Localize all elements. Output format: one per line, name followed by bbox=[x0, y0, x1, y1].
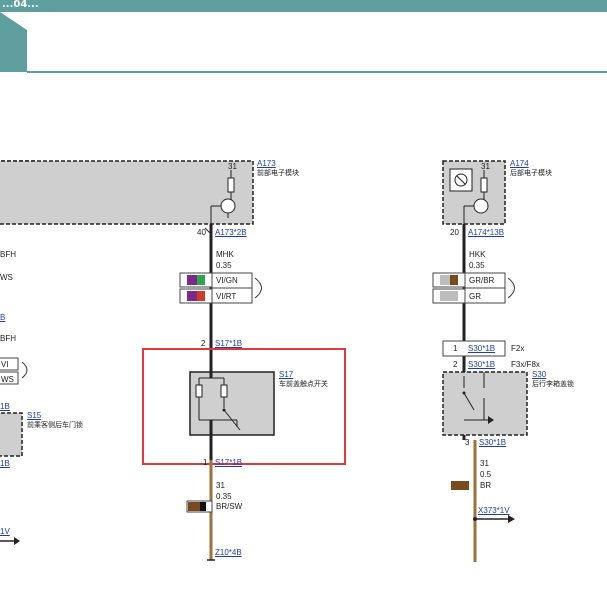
a174-desc: 后部电子模块 bbox=[510, 169, 552, 177]
a173-desc: 前部电子模块 bbox=[257, 169, 299, 177]
s17-box bbox=[189, 371, 275, 436]
s30-pin2: 2 bbox=[453, 360, 458, 369]
center-ground[interactable]: Z10*4B bbox=[215, 548, 242, 557]
right-ground[interactable]: X373*1V bbox=[478, 506, 510, 515]
left-label-1: BFH bbox=[0, 250, 16, 259]
a174-conn[interactable]: A174*13B bbox=[468, 228, 504, 237]
right-swatch-gr bbox=[440, 275, 450, 285]
center-wire1-c2: VI/RT bbox=[216, 292, 237, 301]
center-swatch-sw bbox=[200, 502, 206, 511]
s17-desc: 车前盖触点开关 bbox=[279, 380, 328, 388]
below-s30-conn[interactable]: S30*1B bbox=[479, 438, 506, 447]
s30-pin1: 1 bbox=[453, 344, 458, 353]
below-s17-pin: 1 bbox=[203, 458, 208, 467]
s15-desc: 前乘客侧后车门锁 bbox=[27, 421, 83, 429]
below-s17-conn[interactable]: S17*1B bbox=[215, 458, 242, 467]
a173-resistor bbox=[227, 177, 235, 193]
center-swatch-vi2 bbox=[187, 291, 197, 301]
center-swatch-rt bbox=[197, 291, 205, 301]
a173-conn[interactable]: A173*2B bbox=[215, 228, 247, 237]
right-ground-dot bbox=[473, 517, 477, 521]
center-wire1-size: 0.35 bbox=[216, 261, 232, 270]
a173-box bbox=[0, 160, 254, 225]
right-wire2-name: 31 bbox=[480, 459, 489, 468]
right-connector-bracket bbox=[507, 277, 515, 299]
center-wire1-c1: VI/GN bbox=[216, 276, 238, 285]
right-wire1-c2: GR bbox=[469, 292, 481, 301]
a174-pin: 20 bbox=[450, 228, 459, 237]
center-wire2-name: 31 bbox=[216, 481, 225, 490]
center-swatch-vi bbox=[187, 275, 197, 285]
center-wire2-size: 0.35 bbox=[216, 492, 232, 501]
s30-conn1[interactable]: S30*1B bbox=[468, 344, 495, 353]
s30-desc: 后行李箱盖锁 bbox=[532, 380, 574, 388]
a174-resistor bbox=[480, 177, 488, 193]
a174-pin-top: 31 bbox=[481, 162, 490, 171]
right-swatch-br2 bbox=[451, 481, 469, 490]
s15-id[interactable]: S15 bbox=[27, 411, 41, 420]
right-wire2-color: BR bbox=[480, 481, 492, 490]
s30-box bbox=[442, 371, 528, 436]
s17-resistor-2 bbox=[220, 384, 228, 398]
right-swatch-br bbox=[450, 275, 458, 285]
a173-id[interactable]: A173 bbox=[257, 159, 276, 168]
s30-conn2[interactable]: S30*1B bbox=[468, 360, 495, 369]
below-s30-pin: 3 bbox=[465, 438, 470, 447]
center-wire2-color: BR/SW bbox=[216, 502, 243, 511]
s17-pin: 2 bbox=[201, 339, 206, 348]
a174-id[interactable]: A174 bbox=[510, 159, 529, 168]
left-label-2: WS bbox=[0, 273, 13, 282]
left-arrow-head bbox=[14, 537, 20, 545]
s17-id[interactable]: S17 bbox=[279, 370, 293, 379]
wiring-diagram bbox=[0, 160, 528, 562]
right-wire2-size: 0.5 bbox=[480, 470, 492, 479]
left-label-4: VI bbox=[1, 360, 9, 369]
right-wire1-size: 0.35 bbox=[469, 261, 485, 270]
left-label-3: BFH bbox=[0, 334, 16, 343]
center-connector-bracket bbox=[254, 277, 262, 299]
a173-pin: 40 bbox=[197, 228, 206, 237]
left-link-2[interactable]: 1B bbox=[0, 402, 10, 411]
center-swatch-br bbox=[188, 502, 200, 511]
s30-id[interactable]: S30 bbox=[532, 370, 546, 379]
a174-transistor bbox=[473, 198, 489, 214]
a173-transistor bbox=[220, 198, 236, 214]
left-link-4[interactable]: 1V bbox=[0, 527, 10, 536]
a173-pin-top: 31 bbox=[228, 162, 237, 171]
s17-conn[interactable]: S17*1B bbox=[215, 339, 242, 348]
center-swatch-gn bbox=[197, 275, 205, 285]
s30-f1: F2x bbox=[511, 344, 525, 353]
center-wire1-name: MHK bbox=[216, 250, 234, 259]
left-label-5: WS bbox=[1, 375, 14, 384]
right-wire1-c1: GR/BR bbox=[469, 276, 495, 285]
right-swatch-gr2 bbox=[440, 291, 458, 301]
right-ground-arrow-head bbox=[508, 515, 515, 523]
left-link-3[interactable]: 1B bbox=[0, 459, 10, 468]
left-connector-bracket bbox=[21, 361, 28, 379]
s30-f2: F3x/F8x bbox=[511, 360, 540, 369]
left-link-1[interactable]: B bbox=[0, 313, 5, 322]
s17-resistor-1 bbox=[195, 384, 203, 398]
right-wire1-name: HKK bbox=[469, 250, 486, 259]
left-s15-box bbox=[0, 412, 23, 457]
